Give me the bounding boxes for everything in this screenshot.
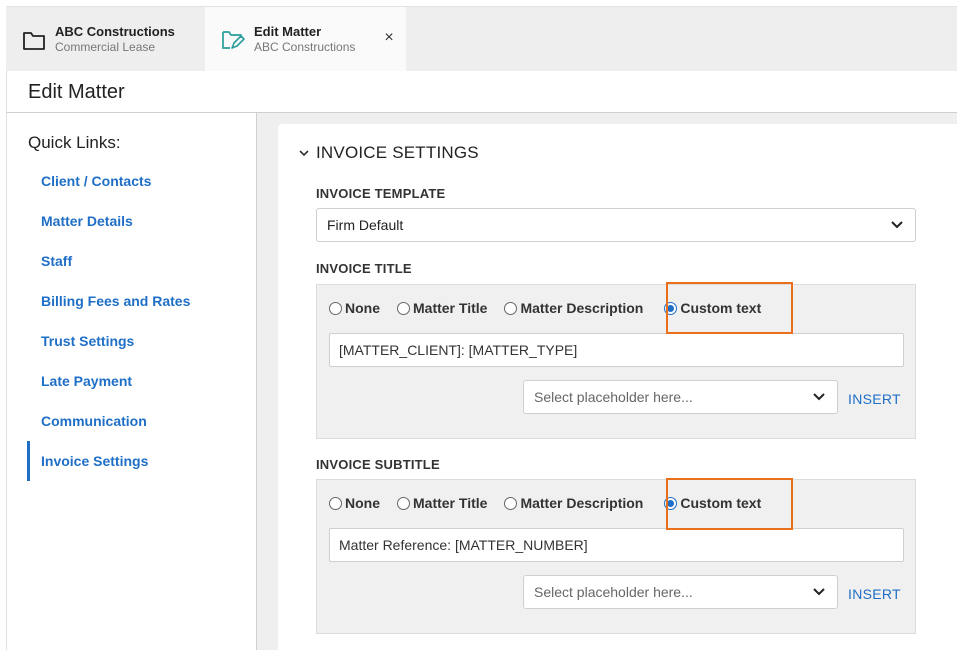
radio-label: Matter Description (520, 495, 644, 511)
chevron-down-icon (813, 393, 825, 401)
invoice-template-value: Firm Default (327, 217, 404, 233)
radio-circle (397, 301, 410, 315)
sidebar-item-client-contacts[interactable]: Client / Contacts (27, 161, 247, 201)
invoice-title-label: INVOICE TITLE (316, 261, 412, 276)
invoice-subtitle-radio-matter-title[interactable]: Matter Title (397, 495, 487, 511)
sidebar-item-invoice-settings[interactable]: Invoice Settings (27, 441, 247, 481)
sidebar-item-communication[interactable]: Communication (27, 401, 247, 441)
invoice-title-panel: None Matter Title Matter Description Cus… (316, 284, 916, 439)
tab-subtitle: Commercial Lease (55, 40, 156, 54)
invoice-title-radio-none[interactable]: None (329, 300, 380, 316)
invoice-subtitle-custom-input[interactable] (329, 528, 904, 562)
invoice-title-radio-matter-title[interactable]: Matter Title (397, 300, 487, 316)
invoice-title-insert-button[interactable]: INSERT (848, 391, 901, 407)
invoice-subtitle-radio-matter-description[interactable]: Matter Description (504, 495, 643, 511)
sidebar-item-billing-fees-rates[interactable]: Billing Fees and Rates (27, 281, 247, 321)
tab-title: ABC Constructions (55, 24, 175, 39)
quick-links-nav: Client / Contacts Matter Details Staff B… (27, 161, 247, 481)
invoice-subtitle-insert-button[interactable]: INSERT (848, 586, 901, 602)
radio-label: Matter Description (520, 300, 644, 316)
radio-circle (504, 301, 518, 315)
invoice-title-radio-custom-text[interactable]: Custom text (664, 300, 761, 316)
invoice-subtitle-radio-none[interactable]: None (329, 495, 380, 511)
tab-edit-matter[interactable]: Edit Matter ABC Constructions × (205, 7, 406, 72)
quick-links-sidebar: Quick Links: Client / Contacts Matter De… (6, 113, 257, 650)
invoice-title-placeholder-select[interactable]: Select placeholder here... (523, 380, 838, 414)
radio-circle (664, 301, 678, 315)
invoice-template-label: INVOICE TEMPLATE (316, 186, 446, 201)
invoice-title-options: None Matter Title Matter Description Cus… (329, 300, 761, 316)
radio-circle (329, 301, 342, 315)
radio-label: None (345, 300, 380, 316)
chevron-down-icon (891, 221, 903, 229)
placeholder-select-text: Select placeholder here... (534, 389, 693, 405)
sidebar-item-matter-details[interactable]: Matter Details (27, 201, 247, 241)
page-header: Edit Matter (6, 71, 957, 113)
tab-abc-constructions[interactable]: ABC Constructions Commercial Lease (6, 7, 205, 72)
placeholder-select-text: Select placeholder here... (534, 584, 693, 600)
radio-circle (397, 496, 410, 510)
radio-circle (329, 496, 342, 510)
section-title: INVOICE SETTINGS (316, 143, 479, 162)
radio-label: Matter Title (413, 495, 488, 511)
radio-circle (504, 496, 518, 510)
tab-subtitle: ABC Constructions (254, 40, 356, 54)
radio-label: Matter Title (413, 300, 488, 316)
invoice-template-select[interactable]: Firm Default (316, 208, 916, 242)
invoice-subtitle-placeholder-select[interactable]: Select placeholder here... (523, 575, 838, 609)
invoice-subtitle-radio-custom-text[interactable]: Custom text (664, 495, 761, 511)
quick-links-heading: Quick Links: (28, 133, 121, 152)
folder-edit-icon (221, 28, 245, 52)
sidebar-item-late-payment[interactable]: Late Payment (27, 361, 247, 401)
invoice-title-custom-input[interactable] (329, 333, 904, 367)
radio-circle (664, 496, 678, 510)
folder-icon (22, 28, 46, 52)
close-icon[interactable]: × (381, 29, 397, 47)
invoice-subtitle-label: INVOICE SUBTITLE (316, 457, 440, 472)
sidebar-item-trust-settings[interactable]: Trust Settings (27, 321, 247, 361)
radio-label: Custom text (680, 495, 762, 511)
radio-label: None (345, 495, 380, 511)
tab-bar: ABC Constructions Commercial Lease Edit … (6, 6, 957, 72)
invoice-subtitle-options: None Matter Title Matter Description Cus… (329, 495, 761, 511)
invoice-title-radio-matter-description[interactable]: Matter Description (504, 300, 643, 316)
chevron-down-icon (813, 588, 825, 596)
radio-label: Custom text (680, 300, 762, 316)
page-title: Edit Matter (28, 81, 125, 103)
sidebar-item-staff[interactable]: Staff (27, 241, 247, 281)
invoice-settings-toggle[interactable]: INVOICE SETTINGS (298, 143, 479, 163)
chevron-down-icon (299, 150, 309, 157)
tab-title: Edit Matter (254, 24, 322, 39)
invoice-subtitle-panel: None Matter Title Matter Description Cus… (316, 479, 916, 634)
